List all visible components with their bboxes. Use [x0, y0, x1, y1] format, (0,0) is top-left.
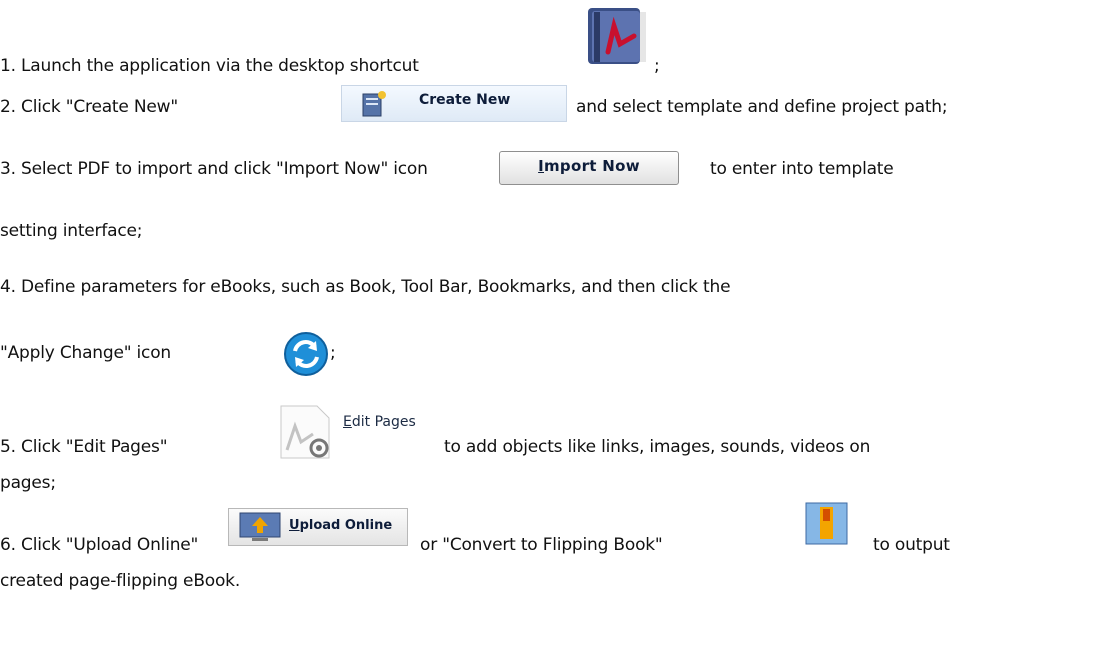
step-1: 1. Launch the application via the deskto… — [0, 55, 419, 77]
step-3-end: to enter into template — [710, 159, 894, 179]
step-3-text: 3. Select PDF to import and click "Impor… — [0, 159, 428, 179]
step-2-end: and select template and define project p… — [576, 97, 948, 117]
create-new-label: Create New — [419, 92, 511, 108]
step-5: 5. Click "Edit Pages" — [0, 437, 168, 457]
step-6-end: to output — [873, 535, 950, 555]
apply-change-icon[interactable] — [283, 331, 329, 377]
step-2: 2. Click "Create New" — [0, 96, 178, 118]
import-now-button[interactable]: Import Now — [499, 151, 679, 185]
upload-online-label: Upload Online — [289, 518, 393, 533]
step-1-text: 1. Launch the application via the deskto… — [0, 56, 419, 76]
step-4-cont: "Apply Change" icon — [0, 343, 171, 363]
edit-pages-label: Edit Pages — [343, 414, 416, 430]
upload-online-button[interactable]: Upload Online — [228, 508, 408, 546]
step-3: 3. Select PDF to import and click "Impor… — [0, 158, 428, 180]
new-document-icon — [362, 91, 386, 117]
pdf-gear-icon — [280, 405, 330, 459]
edit-pages-button[interactable]: Edit Pages — [265, 404, 429, 460]
step-5-cont: pages; — [0, 473, 56, 493]
book-shortcut-icon[interactable] — [584, 6, 652, 68]
step-4: 4. Define parameters for eBooks, such as… — [0, 277, 731, 297]
step-6-cont: created page-flipping eBook. — [0, 571, 241, 591]
upload-monitor-icon — [239, 512, 281, 541]
step-2-text: 2. Click "Create New" — [0, 97, 178, 117]
step-5-end: to add objects like links, images, sound… — [444, 437, 871, 457]
import-now-label: Import Now — [538, 157, 640, 175]
step-3-cont: setting interface; — [0, 221, 143, 241]
create-new-button[interactable]: Create New — [341, 85, 567, 122]
step-6: 6. Click "Upload Online" — [0, 535, 199, 555]
step-6-mid: or "Convert to Flipping Book" — [420, 535, 663, 555]
flipping-book-icon[interactable] — [804, 501, 849, 546]
step-4-end: ; — [330, 343, 336, 363]
step-1-end: ; — [654, 56, 660, 76]
